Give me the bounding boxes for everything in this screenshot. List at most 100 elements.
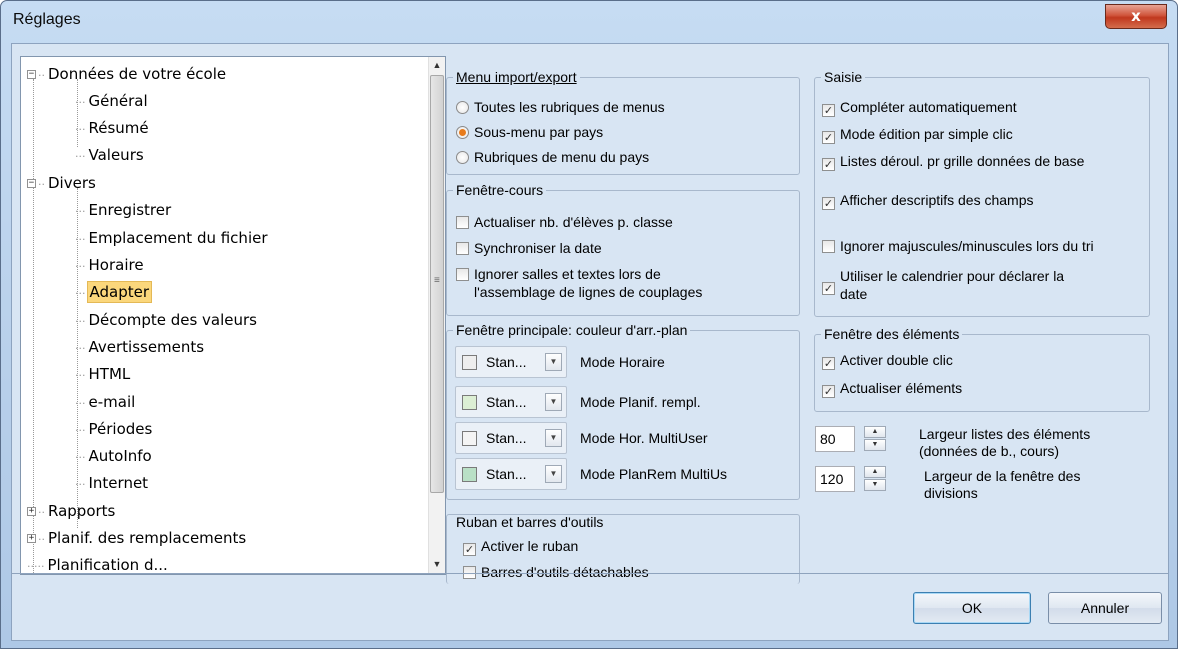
tree-item-label: Périodes [88, 420, 153, 438]
checkbox-completer-auto[interactable]: ✓ Compléter automatiquement [822, 98, 1017, 117]
tree-item-divers[interactable]: − ·· Divers [27, 170, 98, 197]
tree-dash: ··· [75, 342, 86, 355]
tree-dash: ··· [75, 96, 86, 109]
chevron-down-icon[interactable]: ▼ [545, 393, 562, 411]
scroll-thumb[interactable]: ≡ [430, 75, 444, 493]
checkbox-checked[interactable]: ✓ [822, 158, 835, 171]
tree-dash: ·· [38, 178, 45, 191]
radio-rubriques-pays[interactable]: Rubriques de menu du pays [456, 148, 649, 166]
tree-item-autoinfo[interactable]: ··· AutoInfo [75, 443, 154, 470]
tree-item-planification[interactable]: ····· Planification d... [27, 552, 170, 574]
tree-item-planif-remplacements[interactable]: + ·· Planif. des remplacements [27, 525, 248, 552]
checkbox[interactable] [456, 242, 469, 255]
tree-item-internet[interactable]: ··· Internet [75, 470, 150, 497]
tree-scrollbar[interactable]: ▲ ≡ ▼ [428, 57, 445, 574]
tree-item-resume[interactable]: ··· Résumé [75, 115, 151, 142]
radio-button[interactable] [456, 151, 469, 164]
largeur-fenetre-label: Largeur de la fenêtre des divisions [924, 468, 1081, 501]
tree-item-label: HTML [88, 365, 131, 383]
collapse-icon[interactable]: − [27, 179, 36, 188]
radio-button-selected[interactable] [456, 126, 469, 139]
checkbox-afficher-descriptifs[interactable]: ✓ Afficher descriptifs des champs [822, 191, 1034, 210]
tree-item-enregistrer[interactable]: ··· Enregistrer [75, 197, 173, 224]
tree-item-avertissements[interactable]: ··· Avertissements [75, 334, 206, 361]
checkbox-synchroniser-date[interactable]: Synchroniser la date [456, 239, 602, 257]
combo-value: Stan... [486, 430, 527, 446]
spin-down-icon[interactable]: ▼ [864, 479, 886, 491]
tree-item-label: Résumé [88, 119, 149, 137]
chevron-down-icon[interactable]: ▼ [545, 353, 562, 371]
scroll-down-arrow-icon[interactable]: ▼ [429, 556, 445, 573]
checkbox-activer-double-clic[interactable]: ✓ Activer double clic [822, 351, 953, 370]
checkbox[interactable] [822, 240, 835, 253]
tree-item-donnees-ecole[interactable]: − ·· Données de votre école [27, 61, 228, 88]
fenetre-cours-group: Fenêtre-cours Actualiser nb. d'élèves p.… [446, 182, 800, 316]
tree-item-rapports[interactable]: + ·· Rapports [27, 498, 117, 525]
expand-icon[interactable]: + [27, 534, 36, 543]
tree-dash: ··· [75, 233, 86, 246]
checkbox[interactable] [456, 216, 469, 229]
radio-sous-menu-pays[interactable]: Sous-menu par pays [456, 123, 603, 141]
checkbox-actualiser-eleves[interactable]: Actualiser nb. d'élèves p. classe [456, 213, 673, 231]
checkbox-checked[interactable]: ✓ [822, 104, 835, 117]
tree-item-adapter[interactable]: ··· Adapter [75, 279, 153, 306]
tree-item-html[interactable]: ··· HTML [75, 361, 132, 388]
ok-button[interactable]: OK [913, 592, 1031, 624]
largeur-fenetre-input[interactable]: 120 [815, 466, 855, 492]
checkbox-listes-deroul[interactable]: ✓ Listes déroul. pr grille données de bas… [822, 152, 1084, 171]
color-combo-planif-rempl[interactable]: Stan... ▼ [455, 386, 567, 418]
cancel-button[interactable]: Annuler [1048, 592, 1162, 624]
tree-dash: ··· [75, 150, 86, 163]
tree-item-valeurs[interactable]: ··· Valeurs [75, 142, 146, 169]
checkbox-checked[interactable]: ✓ [822, 197, 835, 210]
radio-button[interactable] [456, 101, 469, 114]
tree-dash: ·· [38, 506, 45, 519]
expand-icon[interactable]: + [27, 507, 36, 516]
checkbox-activer-ruban[interactable]: ✓ Activer le ruban [463, 537, 578, 556]
spin-up-icon[interactable]: ▲ [864, 466, 886, 478]
checkbox-checked[interactable]: ✓ [822, 282, 835, 295]
checkbox-ignorer-majuscules[interactable]: Ignorer majuscules/minuscules lors du tr… [822, 237, 1094, 255]
checkbox-checked[interactable]: ✓ [822, 131, 835, 144]
checkbox[interactable] [456, 268, 469, 281]
color-combo-horaire[interactable]: Stan... ▼ [455, 346, 567, 378]
tree-item-general[interactable]: ··· Général [75, 88, 150, 115]
close-button[interactable]: x [1105, 4, 1167, 29]
tree-item-email[interactable]: ··· e-mail [75, 389, 137, 416]
checkbox-checked[interactable]: ✓ [463, 543, 476, 556]
tree-dash: ·· [38, 69, 45, 82]
tree-dash: ·· [38, 533, 45, 546]
largeur-fenetre-spinner[interactable]: ▲ ▼ [864, 466, 886, 492]
color-swatch [462, 395, 477, 410]
settings-window: Réglages x − ·· Données de votre école ···… [0, 0, 1178, 649]
largeur-listes-spinner[interactable]: ▲ ▼ [864, 426, 886, 452]
title-bar[interactable]: Réglages x [1, 1, 1177, 41]
checkbox-utiliser-calendrier[interactable]: ✓ [822, 276, 840, 295]
checkbox-barres-detachables[interactable]: Barres d'outils détachables [463, 563, 649, 581]
tree-item-label: Données de votre école [48, 65, 227, 83]
chevron-down-icon[interactable]: ▼ [545, 429, 562, 447]
tree-item-emplacement[interactable]: ··· Emplacement du fichier [75, 225, 270, 252]
largeur-listes-input[interactable]: 80 [815, 426, 855, 452]
checkbox-actualiser-elements[interactable]: ✓ Actualiser éléments [822, 379, 962, 398]
collapse-icon[interactable]: − [27, 70, 36, 79]
group-title: Ruban et barres d'outils [453, 515, 607, 530]
color-combo-hor-multiuser[interactable]: Stan... ▼ [455, 422, 567, 454]
dialog-client-area: − ·· Données de votre école ··· Général ···… [11, 43, 1169, 641]
tree-item-decompte[interactable]: ··· Décompte des valeurs [75, 307, 259, 334]
spin-up-icon[interactable]: ▲ [864, 426, 886, 438]
tree-item-periodes[interactable]: ··· Périodes [75, 416, 154, 443]
scroll-up-arrow-icon[interactable]: ▲ [429, 57, 445, 74]
combo-label: Mode Horaire [580, 354, 665, 370]
tree-dash: ··· [75, 260, 86, 273]
spin-down-icon[interactable]: ▼ [864, 439, 886, 451]
checkbox-checked[interactable]: ✓ [822, 357, 835, 370]
chevron-down-icon[interactable]: ▼ [545, 465, 562, 483]
radio-toutes-rubriques[interactable]: Toutes les rubriques de menus [456, 98, 665, 116]
tree-dash: ··· [75, 123, 86, 136]
checkbox-checked[interactable]: ✓ [822, 385, 835, 398]
tree-item-horaire[interactable]: ··· Horaire [75, 252, 146, 279]
color-combo-planrem-multius[interactable]: Stan... ▼ [455, 458, 567, 490]
checkbox-ignorer-salles[interactable]: Ignorer salles et textes lors de [456, 265, 661, 283]
checkbox-mode-edition[interactable]: ✓ Mode édition par simple clic [822, 125, 1013, 144]
